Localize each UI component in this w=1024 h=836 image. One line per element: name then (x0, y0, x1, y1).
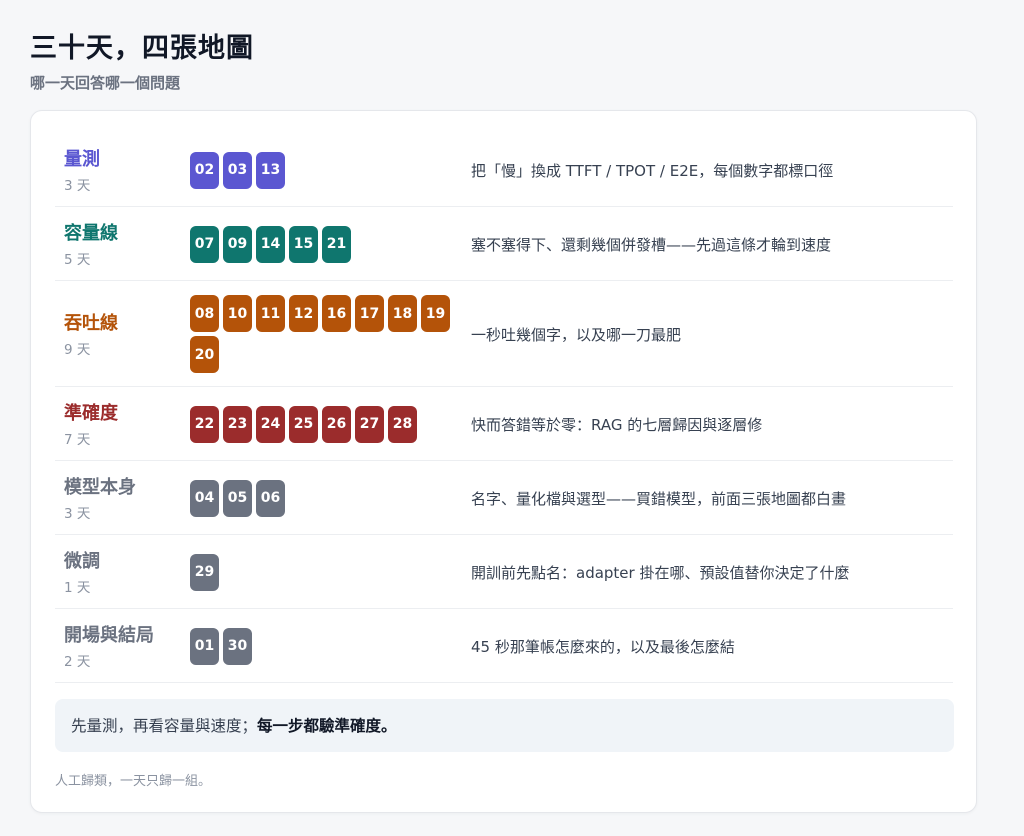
category-description: 開訓前先點名：adapter 掛在哪、預設值替你決定了什麼 (471, 564, 850, 582)
day-chip: 17 (355, 295, 384, 332)
category-row: 微調 1 天 29 開訓前先點名：adapter 掛在哪、預設值替你決定了什麼 (55, 535, 953, 609)
category-description: 45 秒那筆帳怎麼來的，以及最後怎麼結 (471, 638, 735, 656)
day-chip: 24 (256, 405, 285, 443)
page-subtitle: 哪一天回答哪一個問題 (30, 74, 181, 92)
day-chip: 11 (256, 295, 285, 332)
summary-box: 先量測，再看容量與速度；每一步都驗準確度。 (55, 699, 954, 752)
category-description: 一秒吐幾個字，以及哪一刀最肥 (471, 326, 682, 344)
page: 三十天，四張地圖 哪一天回答哪一個問題 量測 3 天 02 03 13 把「慢」換成 TT… (0, 0, 1024, 836)
day-chip: 28 (388, 405, 417, 443)
day-chip: 16 (322, 295, 351, 332)
summary-emphasis: 每一步都驗準確度。 (257, 717, 397, 735)
category-description: 名字、量化檔與選型——買錯模型，前面三張地圖都白畫 (471, 490, 847, 508)
category-name: 開場與結局 (64, 625, 154, 646)
day-chip: 30 (223, 627, 252, 665)
category-days: 3 天 (64, 178, 91, 194)
day-chip: 19 (421, 295, 450, 332)
day-chip: 20 (190, 336, 219, 373)
map-card: 量測 3 天 02 03 13 把「慢」換成 TTFT / TPOT / E2E，每個數字… (30, 110, 977, 813)
category-description: 把「慢」換成 TTFT / TPOT / E2E，每個數字都標口徑 (471, 162, 834, 180)
category-row: 容量線 5 天 07 09 14 15 21 塞不塞得下、還剩幾個併發槽——先過這條才輪到速度 (55, 207, 953, 281)
day-chip: 25 (289, 405, 318, 443)
day-chip: 21 (322, 225, 351, 263)
category-days: 9 天 (64, 342, 91, 358)
day-chip: 23 (223, 405, 252, 443)
day-chip: 18 (388, 295, 417, 332)
day-chip: 27 (355, 405, 384, 443)
category-days: 2 天 (64, 654, 91, 670)
day-chip: 08 (190, 295, 219, 332)
day-chip-group: 22 23 24 25 26 27 28 (190, 405, 452, 443)
category-name: 微調 (64, 551, 100, 572)
category-days: 7 天 (64, 432, 91, 448)
category-name: 吞吐線 (64, 313, 118, 334)
day-chip: 01 (190, 627, 219, 665)
day-chip: 26 (322, 405, 351, 443)
category-row: 開場與結局 2 天 01 30 45 秒那筆帳怎麼來的，以及最後怎麼結 (55, 609, 953, 683)
category-row: 量測 3 天 02 03 13 把「慢」換成 TTFT / TPOT / E2E，每個數字… (55, 133, 953, 207)
day-chip-group: 29 (190, 553, 452, 591)
day-chip: 12 (289, 295, 318, 332)
day-chip: 04 (190, 479, 219, 517)
category-row: 吞吐線 9 天 08 10 11 12 16 17 18 19 20 一秒吐幾個字，以及哪一刀最肥 (55, 281, 953, 387)
day-chip: 06 (256, 479, 285, 517)
category-description: 快而答錯等於零：RAG 的七層歸因與逐層修 (471, 416, 763, 434)
day-chip: 22 (190, 405, 219, 443)
category-row: 準確度 7 天 22 23 24 25 26 27 28 快而答錯等於零：RAG 的七層歸因與逐層… (55, 387, 953, 461)
day-chip-group: 02 03 13 (190, 151, 452, 189)
category-days: 3 天 (64, 506, 91, 522)
day-chip: 10 (223, 295, 252, 332)
day-chip: 02 (190, 151, 219, 189)
day-chip: 05 (223, 479, 252, 517)
day-chip-group: 08 10 11 12 16 17 18 19 20 (190, 295, 452, 373)
summary-lead: 先量測，再看容量與速度； (71, 717, 258, 735)
category-name: 準確度 (64, 403, 118, 424)
category-name: 量測 (64, 149, 100, 170)
page-title: 三十天，四張地圖 (30, 33, 254, 64)
day-chip: 03 (223, 151, 252, 189)
day-chip-group: 01 30 (190, 627, 452, 665)
category-days: 1 天 (64, 580, 91, 596)
category-days: 5 天 (64, 252, 91, 268)
day-chip: 29 (190, 553, 219, 591)
day-chip: 15 (289, 225, 318, 263)
day-chip-group: 04 05 06 (190, 479, 452, 517)
footnote: 人工歸類，一天只歸一組。 (55, 774, 212, 789)
day-chip: 07 (190, 225, 219, 263)
day-chip: 14 (256, 225, 285, 263)
category-row: 模型本身 3 天 04 05 06 名字、量化檔與選型——買錯模型，前面三張地圖都白畫 (55, 461, 953, 535)
category-description: 塞不塞得下、還剩幾個併發槽——先過這條才輪到速度 (471, 236, 832, 254)
category-list: 量測 3 天 02 03 13 把「慢」換成 TTFT / TPOT / E2E，每個數字… (55, 133, 953, 683)
category-name: 容量線 (64, 223, 118, 244)
day-chip-group: 07 09 14 15 21 (190, 225, 452, 263)
day-chip: 13 (256, 151, 285, 189)
category-name: 模型本身 (64, 477, 136, 498)
day-chip: 09 (223, 225, 252, 263)
